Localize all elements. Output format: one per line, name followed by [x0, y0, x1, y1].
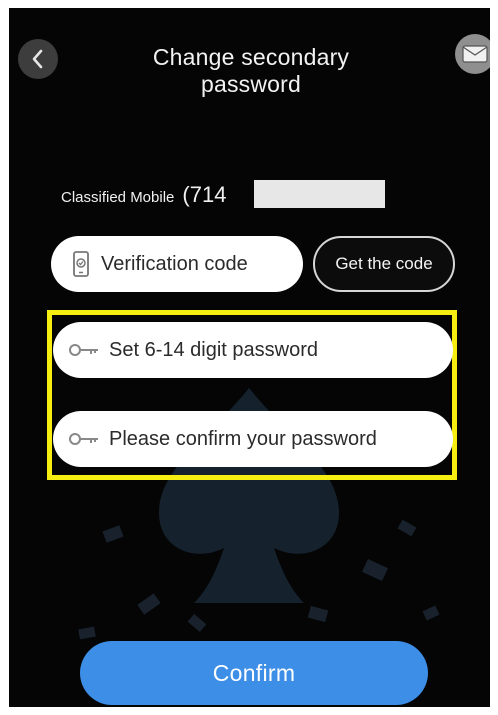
page-title: Change secondary password — [152, 44, 350, 97]
mobile-number-redaction — [254, 180, 385, 208]
chevron-left-icon — [32, 49, 43, 69]
verification-code-input[interactable]: Verification code — [51, 236, 303, 292]
verification-code-placeholder: Verification code — [101, 252, 248, 275]
get-code-button[interactable]: Get the code — [313, 236, 455, 292]
key-icon — [69, 432, 99, 446]
confirm-password-input[interactable]: Please confirm your password — [53, 411, 453, 467]
mobile-number: (714 — [182, 182, 227, 207]
confirm-button[interactable]: Confirm — [80, 641, 428, 705]
app-screen: Change secondary password Classified Mob… — [9, 8, 490, 707]
phone-verify-icon — [73, 251, 89, 277]
classified-mobile-label: Classified Mobile — [61, 189, 175, 206]
back-button[interactable] — [18, 39, 58, 79]
new-password-placeholder: Set 6-14 digit password — [109, 338, 319, 361]
classified-mobile-row: Classified Mobile (714 — [61, 182, 226, 208]
confirm-password-placeholder: Please confirm your password — [109, 427, 377, 450]
mail-button[interactable] — [455, 34, 490, 74]
new-password-input[interactable]: Set 6-14 digit password — [53, 322, 453, 378]
key-icon — [69, 343, 99, 357]
envelope-icon — [462, 45, 488, 63]
